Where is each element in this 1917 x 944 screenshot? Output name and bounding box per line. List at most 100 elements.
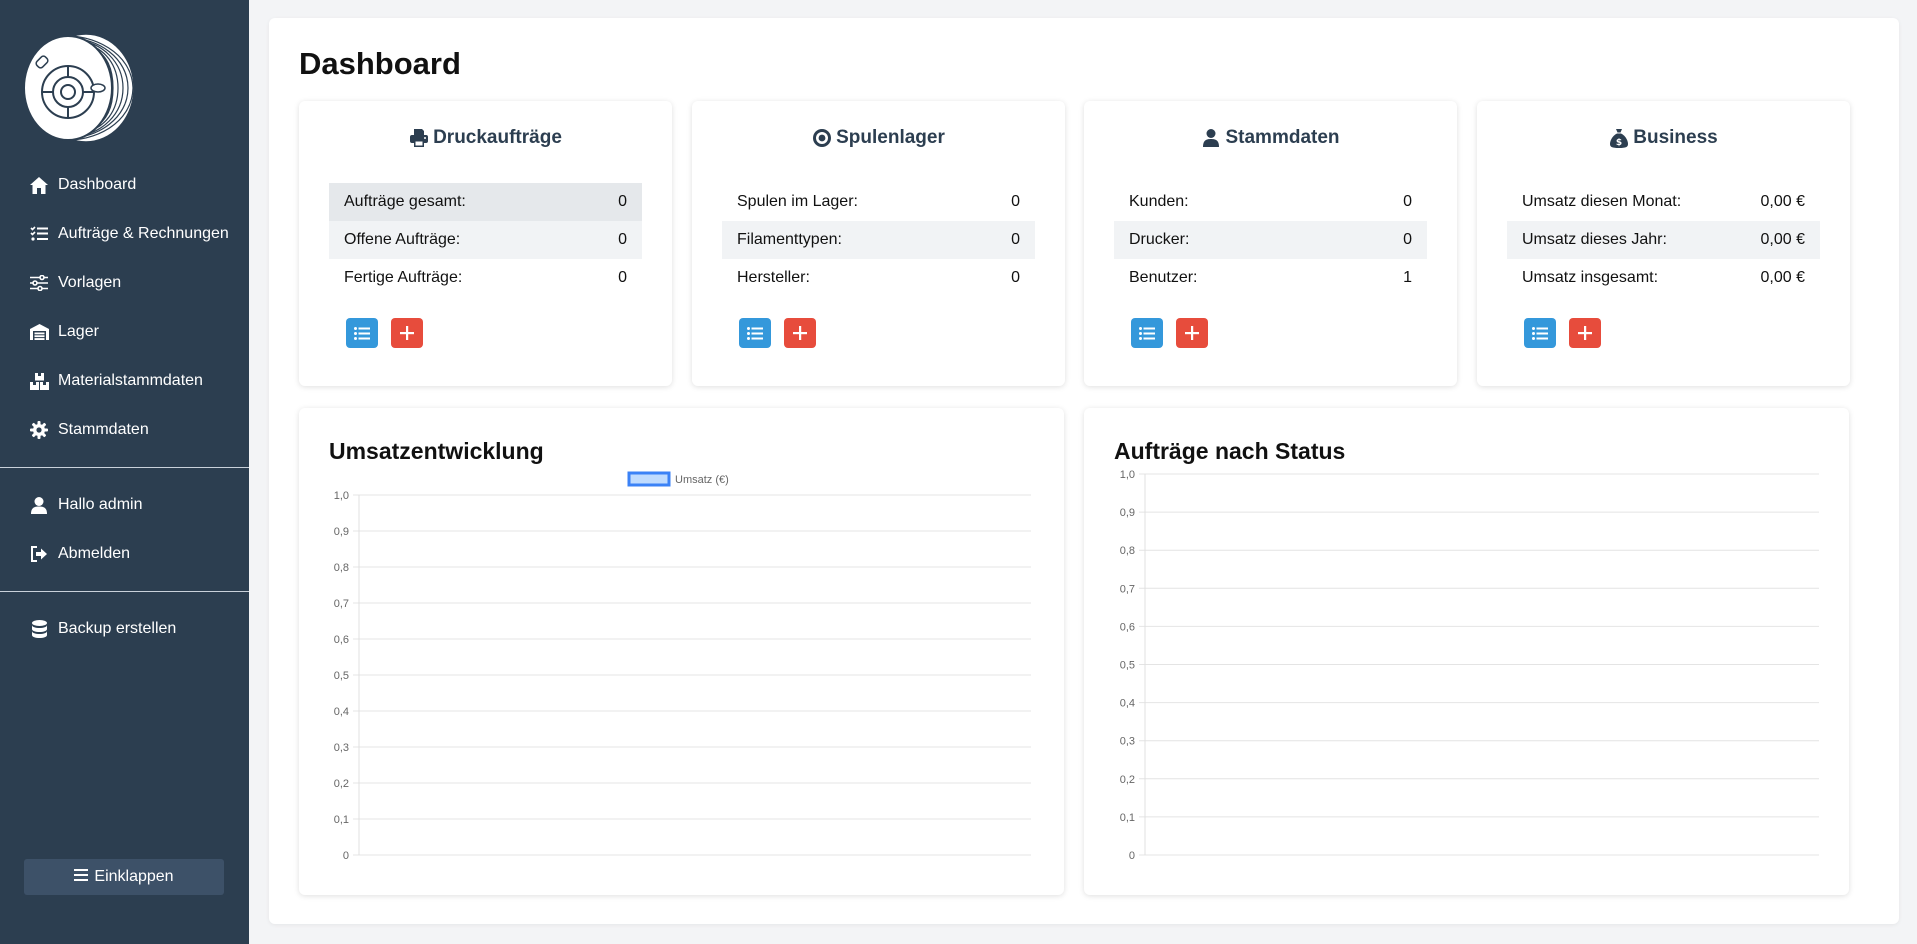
y-tick-label: 0,8	[1120, 545, 1135, 557]
y-tick-label: 0,5	[1120, 660, 1135, 672]
stat-value: 0	[1011, 269, 1020, 286]
add-business-button[interactable]	[1569, 318, 1601, 348]
svg-text:$: $	[1616, 138, 1622, 148]
stat-row: Aufträge gesamt: 0	[329, 183, 642, 221]
plus-icon	[1578, 326, 1592, 340]
sidebar-divider	[0, 467, 249, 468]
list-spools-button[interactable]	[739, 318, 771, 348]
y-tick-label: 0,8	[334, 562, 349, 574]
list-icon	[747, 326, 763, 340]
stat-value: 0	[1011, 193, 1020, 210]
revenue-line-chart: 0 0,1 0,2 0,3 0,4 0,5 0,6 0,7 0,8 0,9 1,0 Umsatz (€…	[334, 471, 1031, 862]
stat-label: Hersteller:	[737, 269, 810, 286]
list-icon	[1532, 326, 1548, 340]
stat-value: 0	[1403, 231, 1412, 248]
nav-user-greeting[interactable]: Hallo admin	[0, 485, 249, 525]
y-tick-label: 0,9	[334, 526, 349, 538]
y-tick-label: 0,7	[334, 598, 349, 610]
y-tick-label: 0,5	[334, 670, 349, 682]
card-spool-stock: Spulenlager Spulen im Lager: 0 Filamentt…	[692, 101, 1065, 386]
stat-value: 0	[618, 193, 627, 210]
y-tick-label: 0,3	[334, 742, 349, 754]
y-tick-label: 0,7	[1120, 583, 1135, 595]
stat-value: 0	[1403, 193, 1412, 210]
y-tick-label: 0,1	[1120, 812, 1135, 824]
y-tick-label: 0	[343, 850, 349, 862]
nav-templates[interactable]: Vorlagen	[0, 263, 249, 303]
nav-orders-invoices[interactable]: Aufträge & Rechnungen	[0, 214, 249, 254]
user-icon	[29, 495, 49, 515]
stat-value: 0,00 €	[1760, 231, 1805, 248]
nav-master-label: Stammdaten	[58, 421, 149, 438]
nav-dashboard[interactable]: Dashboard	[0, 165, 249, 205]
card-title: Spulenlager	[836, 127, 945, 148]
nav-logout[interactable]: Abmelden	[0, 534, 249, 574]
sidebar: Dashboard Aufträge & Rechnungen Vorlagen…	[0, 0, 249, 944]
y-tick-label: 1,0	[1120, 469, 1135, 481]
stat-row: Kunden: 0	[1114, 183, 1427, 221]
add-spool-button[interactable]	[784, 318, 816, 348]
spool-icon	[812, 128, 832, 148]
stat-value: 1	[1403, 269, 1412, 286]
bars-icon	[74, 868, 89, 886]
sliders-icon	[29, 273, 49, 293]
stat-label: Spulen im Lager:	[737, 193, 858, 210]
stat-label: Filamenttypen:	[737, 231, 842, 248]
stat-row: Umsatz insgesamt: 0,00 €	[1507, 259, 1820, 297]
stat-label: Umsatz dieses Jahr:	[1522, 231, 1667, 248]
home-icon	[29, 175, 49, 195]
add-master-data-button[interactable]	[1176, 318, 1208, 348]
y-tick-label: 0,6	[334, 634, 349, 646]
stat-label: Fertige Aufträge:	[344, 269, 463, 286]
y-tick-label: 0,3	[1120, 736, 1135, 748]
sign-out-icon	[29, 544, 49, 564]
list-master-data-button[interactable]	[1131, 318, 1163, 348]
stat-value: 0	[618, 231, 627, 248]
stat-row: Fertige Aufträge: 0	[329, 259, 642, 297]
list-icon	[354, 326, 370, 340]
stat-label: Benutzer:	[1129, 269, 1198, 286]
collapse-label: Einklappen	[94, 868, 174, 885]
gear-icon	[29, 420, 49, 440]
stat-label: Umsatz insgesamt:	[1522, 269, 1659, 286]
nav-backup-label: Backup erstellen	[58, 620, 177, 637]
revenue-chart-card: Umsatzentwicklung 0 0,1 0,2 0,3 0,4 0,5 0,6 0,7…	[299, 408, 1064, 895]
plus-icon	[793, 326, 807, 340]
stat-row: Offene Aufträge: 0	[329, 221, 642, 259]
y-tick-label: 0,9	[1120, 507, 1135, 519]
list-check-icon	[29, 224, 49, 244]
card-title: Druckaufträge	[433, 127, 562, 148]
y-tick-label: 0,2	[1120, 774, 1135, 786]
list-print-jobs-button[interactable]	[346, 318, 378, 348]
nav-dashboard-label: Dashboard	[58, 176, 137, 193]
y-tick-label: 0,4	[1120, 698, 1135, 710]
stat-value: 0	[618, 269, 627, 286]
nav-user-label: Hallo admin	[58, 496, 143, 513]
card-business: $ Business Umsatz diesen Monat: 0,00 € U…	[1477, 101, 1850, 386]
nav-master-data[interactable]: Stammdaten	[0, 410, 249, 450]
y-tick-label: 0,1	[334, 814, 349, 826]
filament-spool-logo	[23, 33, 135, 143]
add-print-job-button[interactable]	[391, 318, 423, 348]
stat-value: 0	[1011, 231, 1020, 248]
nav-storage[interactable]: Lager	[0, 312, 249, 352]
y-tick-label: 0	[1129, 850, 1135, 862]
nav-orders-label: Aufträge & Rechnungen	[58, 225, 229, 242]
legend-label: Umsatz (€)	[675, 474, 729, 486]
user-icon	[1201, 128, 1221, 148]
nav-templates-label: Vorlagen	[58, 274, 122, 291]
stat-label: Umsatz diesen Monat:	[1522, 193, 1682, 210]
list-business-button[interactable]	[1524, 318, 1556, 348]
stat-row: Benutzer: 1	[1114, 259, 1427, 297]
collapse-sidebar-button[interactable]: Einklappen	[24, 859, 224, 895]
stat-label: Offene Aufträge:	[344, 231, 461, 248]
stat-label: Drucker:	[1129, 231, 1190, 248]
y-tick-label: 0,4	[334, 706, 349, 718]
card-title: Business	[1633, 127, 1718, 148]
nav-create-backup[interactable]: Backup erstellen	[0, 609, 249, 649]
nav-logout-label: Abmelden	[58, 545, 131, 562]
nav-material-data[interactable]: Materialstammdaten	[0, 361, 249, 401]
legend-swatch	[627, 471, 671, 487]
stat-row: Umsatz diesen Monat: 0,00 €	[1507, 183, 1820, 221]
card-title: Stammdaten	[1225, 127, 1340, 148]
